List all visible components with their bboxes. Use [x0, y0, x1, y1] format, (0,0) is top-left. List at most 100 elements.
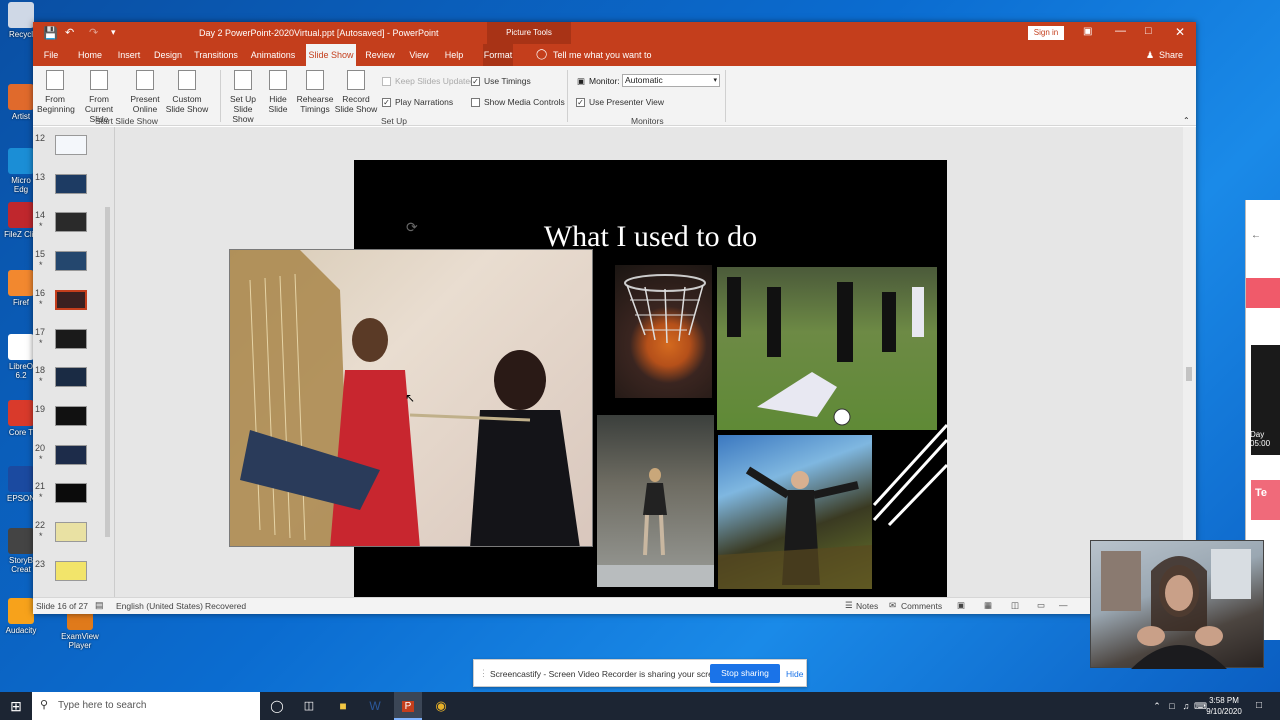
- hide-slide-button[interactable]: Hide Slide: [265, 70, 291, 114]
- chrome-icon[interactable]: ◉: [430, 692, 452, 720]
- pink-card: [1251, 480, 1280, 520]
- stop-sharing-button[interactable]: Stop sharing: [710, 664, 780, 683]
- word-icon[interactable]: W: [364, 692, 386, 720]
- app-icon: [8, 270, 34, 296]
- desktop-icon-label: Artist: [11, 112, 31, 121]
- thumbnail-number: 22: [35, 520, 46, 530]
- collapse-ribbon-icon[interactable]: ⌃: [1183, 116, 1190, 125]
- set-up-slide-show-button[interactable]: Set Up Slide Show: [223, 70, 263, 124]
- show-media-controls-checkbox[interactable]: Show Media Controls: [471, 97, 565, 107]
- present-online-button[interactable]: Present Online: [127, 70, 163, 114]
- tab-transitions[interactable]: Transitions: [194, 44, 238, 66]
- slide-thumbnail[interactable]: [55, 444, 87, 465]
- from-beginning-button[interactable]: From Beginning: [37, 70, 75, 114]
- close-icon[interactable]: ✕: [1175, 25, 1185, 39]
- slideshow-view-icon[interactable]: ▭: [1037, 600, 1045, 611]
- record-slide-show-icon: [347, 70, 365, 90]
- clock-date: 9/10/2020: [1206, 707, 1242, 716]
- slide-thumbnail[interactable]: [55, 522, 87, 542]
- file-explorer-icon[interactable]: ■: [332, 692, 354, 720]
- soccer-photo[interactable]: [717, 267, 937, 430]
- tab-animations[interactable]: Animations: [249, 44, 297, 66]
- slide-thumbnail[interactable]: [55, 560, 87, 581]
- tab-view[interactable]: View: [408, 44, 430, 66]
- lightbulb-icon: ◯: [536, 49, 548, 60]
- clock-time: 3:58 PM: [1209, 696, 1239, 705]
- qat-customize-icon[interactable]: ▾: [111, 27, 116, 38]
- checkbox-box: ✓: [576, 97, 585, 107]
- tray-chevron-icon[interactable]: ⌃: [1150, 692, 1164, 720]
- scrollbar-thumb[interactable]: [1186, 367, 1192, 381]
- tab-design[interactable]: Design: [152, 44, 184, 66]
- band-director-photo[interactable]: [718, 435, 872, 589]
- search-box[interactable]: ⚲ Type here to search: [32, 692, 260, 720]
- basketball-photo[interactable]: [615, 265, 712, 398]
- clock[interactable]: 3:58 PM 9/10/2020: [1202, 695, 1246, 717]
- cortana-icon[interactable]: ◯: [266, 692, 288, 720]
- tab-help[interactable]: Help: [443, 44, 465, 66]
- thumbnail-scrollbar[interactable]: [105, 207, 110, 537]
- redo-icon[interactable]: ↷: [89, 26, 98, 39]
- slide-thumbnail[interactable]: [55, 135, 87, 155]
- comments-button[interactable]: Comments: [901, 601, 942, 611]
- slide-thumbnail[interactable]: [55, 212, 87, 233]
- share-message: Screencastify - Screen Video Recorder is…: [490, 669, 725, 679]
- slide-thumbnail[interactable]: [55, 251, 87, 272]
- play-narrations-checkbox[interactable]: ✓ Play Narrations: [382, 97, 453, 107]
- custom-slide-show-button[interactable]: Custom Slide Show: [163, 70, 211, 114]
- sign-in-button[interactable]: Sign in: [1028, 26, 1064, 40]
- windows-start-icon[interactable]: ⊞: [0, 692, 32, 720]
- comments-icon: ✉: [889, 600, 897, 610]
- set-up-slide-show-icon: [234, 70, 252, 90]
- spelling-icon[interactable]: ▤: [95, 600, 104, 611]
- tab-slide-show[interactable]: Slide Show: [306, 44, 356, 66]
- record-slide-show-button[interactable]: Record Slide Show: [333, 70, 379, 114]
- thumbnail-number: 17: [35, 326, 46, 337]
- app-icon: [8, 466, 34, 492]
- hide-button[interactable]: Hide: [786, 669, 803, 679]
- skater-photo[interactable]: [597, 415, 714, 587]
- reading-view-icon[interactable]: ◫: [1011, 600, 1019, 611]
- slide-thumbnail[interactable]: [55, 328, 87, 349]
- slide-thumbnail[interactable]: [55, 483, 87, 504]
- app-icon: [8, 148, 34, 174]
- drag-handle-icon[interactable]: ⋮: [479, 668, 488, 679]
- task-view-icon[interactable]: ◫: [298, 692, 320, 720]
- thumbnail-number: 20: [35, 442, 46, 453]
- tab-format[interactable]: Format: [483, 44, 513, 66]
- save-icon[interactable]: 💾: [43, 26, 58, 40]
- tab-file[interactable]: File: [39, 44, 63, 66]
- tab-insert[interactable]: Insert: [117, 44, 141, 66]
- undo-icon[interactable]: ↶: [65, 26, 74, 39]
- keep-slides-updated-checkbox[interactable]: Keep Slides Updated: [382, 76, 475, 86]
- language-label[interactable]: English (United States): [116, 601, 203, 611]
- slide-thumbnail[interactable]: [55, 367, 87, 388]
- monitor-icon: ▣: [577, 76, 586, 86]
- use-presenter-view-checkbox[interactable]: ✓ Use Presenter View: [576, 97, 664, 107]
- slide-thumbnail[interactable]: [55, 405, 87, 426]
- vertical-scrollbar[interactable]: [1183, 127, 1195, 597]
- volume-icon[interactable]: ♫: [1180, 692, 1192, 720]
- thumbnail-number: 23: [35, 558, 46, 569]
- normal-view-icon[interactable]: ▣: [957, 600, 965, 611]
- slide-thumbnail[interactable]: [55, 173, 87, 194]
- minimize-icon[interactable]: —: [1115, 25, 1126, 37]
- monitor-select[interactable]: Automatic ▾: [622, 74, 720, 87]
- notes-button[interactable]: Notes: [856, 601, 878, 611]
- powerpoint-taskbar-icon[interactable]: P: [394, 692, 422, 720]
- ribbon-display-icon[interactable]: ▣: [1083, 26, 1092, 37]
- rotate-handle-icon[interactable]: ⟳: [406, 219, 418, 236]
- zoom-out-icon[interactable]: —: [1059, 600, 1068, 610]
- tell-me-search[interactable]: Tell me what you want to do: [553, 44, 655, 82]
- slide-thumbnail[interactable]: [55, 289, 87, 310]
- notifications-icon[interactable]: □: [1252, 692, 1266, 720]
- use-timings-checkbox[interactable]: ✓ Use Timings: [471, 76, 531, 86]
- slide-sorter-icon[interactable]: ▦: [984, 600, 992, 611]
- network-icon[interactable]: □: [1166, 692, 1178, 720]
- rehearse-timings-button[interactable]: Rehearse Timings: [295, 70, 335, 114]
- tab-review[interactable]: Review: [365, 44, 395, 66]
- maximize-icon[interactable]: □: [1145, 25, 1152, 37]
- share-button[interactable]: Share: [1157, 44, 1185, 66]
- tab-home[interactable]: Home: [75, 44, 105, 66]
- back-arrow-icon[interactable]: ←: [1251, 230, 1261, 241]
